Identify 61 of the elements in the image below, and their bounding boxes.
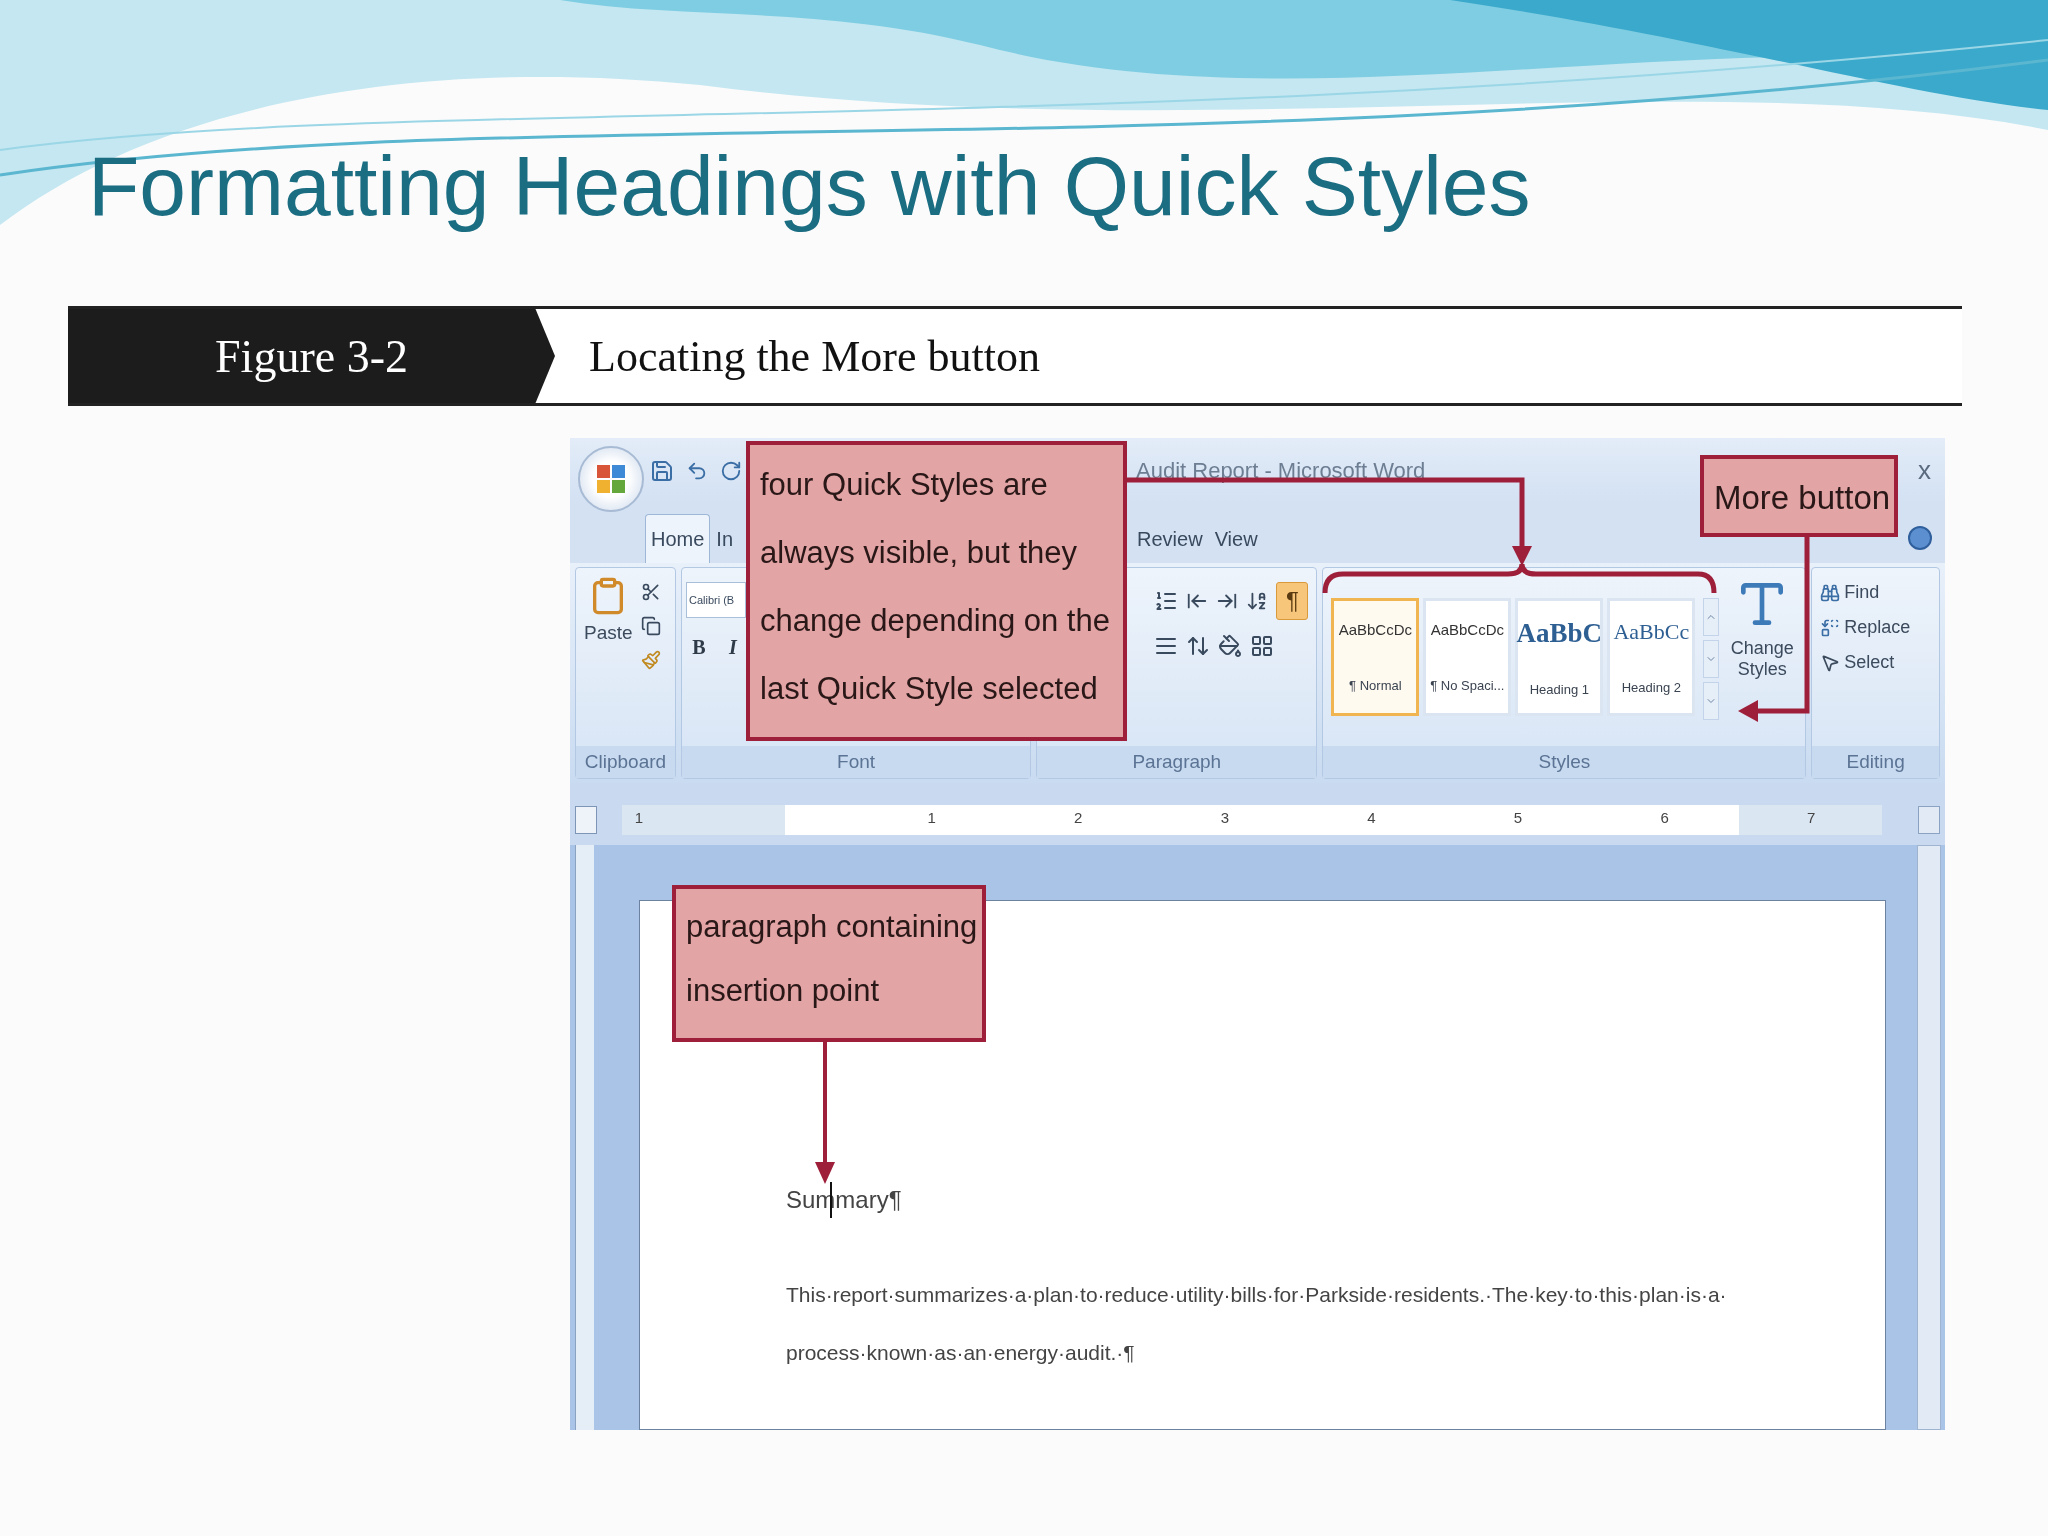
callout-label: four Quick Styles are always visible, but they change depending on the last Quick Style selected <box>746 441 1127 741</box>
ruler-number: 2 <box>1074 809 1083 826</box>
style-option[interactable]: AaBbCcDc ¶ Normal <box>1331 598 1420 716</box>
line-spacing-icon[interactable] <box>1186 634 1211 658</box>
group-label: Font <box>681 746 1031 778</box>
save-icon[interactable] <box>650 458 674 483</box>
style-name: Heading 2 <box>1621 680 1681 696</box>
style-name: ¶ No Spaci... <box>1430 678 1505 693</box>
font-name-field[interactable]: Calibri (B <box>685 582 746 618</box>
callout-label: More button <box>1700 455 1898 537</box>
figure-caption: Locating the More button <box>588 330 1040 382</box>
ribbon-tab[interactable]: Home <box>645 514 711 563</box>
replace-icon <box>1820 617 1841 638</box>
copy-icon[interactable] <box>640 616 661 636</box>
ribbon-tab[interactable]: View <box>1208 514 1264 563</box>
style-sample: AaBbCcDc <box>1338 621 1412 638</box>
four-squares-icon <box>596 464 626 494</box>
ribbon-tab[interactable]: Review <box>1131 514 1209 563</box>
show-marks-button[interactable]: ¶ <box>1276 582 1309 620</box>
ruler-number: 6 <box>1660 809 1669 826</box>
style-option[interactable]: AaBbCc Heading 2 <box>1607 598 1696 716</box>
ruler-number: 3 <box>1220 809 1229 826</box>
change-styles-button[interactable]: Change Styles <box>1727 638 1798 680</box>
document-paragraph: This·report·summarizes·a·plan·to·reduce·utility·bills·for·Parkside·residents.·The·key·to·this·plan·is·a· process·known·as·an·energy·audit.·¶ <box>786 1282 1728 1366</box>
group-label: Clipboard <box>576 746 675 778</box>
binoculars-icon <box>1820 582 1841 603</box>
ruler-number: 7 <box>1807 809 1816 826</box>
ribbon-tab[interactable]: In <box>710 514 740 563</box>
scissors-icon[interactable] <box>640 582 661 602</box>
window-title: Audit Report - Microsoft Word <box>1136 457 1426 484</box>
ruler-number: 1 <box>634 809 644 826</box>
grid-icon[interactable] <box>1250 634 1275 658</box>
replace-button[interactable]: Replace <box>1820 617 1911 638</box>
style-option[interactable]: AaBbCcDc ¶ No Spaci... <box>1423 598 1512 716</box>
scrollbar[interactable] <box>1917 845 1941 1430</box>
ruler-number: 1 <box>927 809 936 826</box>
find-button[interactable]: Find <box>1820 582 1911 603</box>
bold-button[interactable]: B <box>685 632 712 662</box>
ruler-number: 5 <box>1513 809 1523 826</box>
callout-label: paragraph containing insertion point <box>672 885 986 1042</box>
style-option[interactable]: AaBbC Heading 1 <box>1515 598 1604 716</box>
paint-bucket-icon[interactable] <box>1218 634 1243 658</box>
ruler-number: 4 <box>1367 809 1376 826</box>
style-sample: AaBbCc <box>1613 618 1690 645</box>
group-label: Styles <box>1323 746 1806 778</box>
paste-button[interactable]: Paste <box>584 576 633 738</box>
select-button[interactable]: Select <box>1820 652 1911 673</box>
close-button[interactable]: x <box>1918 455 1931 486</box>
list-icon[interactable] <box>1154 589 1179 613</box>
tab-selector[interactable] <box>575 806 597 834</box>
style-name: ¶ Normal <box>1349 678 1402 693</box>
group-label: Paragraph <box>1037 746 1317 778</box>
slide-title: Formatting Headings with Quick Styles <box>88 138 1532 234</box>
redo-icon[interactable] <box>720 459 742 482</box>
italic-button[interactable]: I <box>719 632 746 662</box>
figure-number: Figure 3-2 <box>68 309 555 403</box>
paintbrush-icon[interactable] <box>640 650 661 670</box>
style-name: Heading 1 <box>1529 681 1589 697</box>
group-label: Editing <box>1812 746 1939 778</box>
style-sample: AaBbC <box>1516 617 1603 649</box>
style-sample: AaBbCcDc <box>1430 621 1504 638</box>
